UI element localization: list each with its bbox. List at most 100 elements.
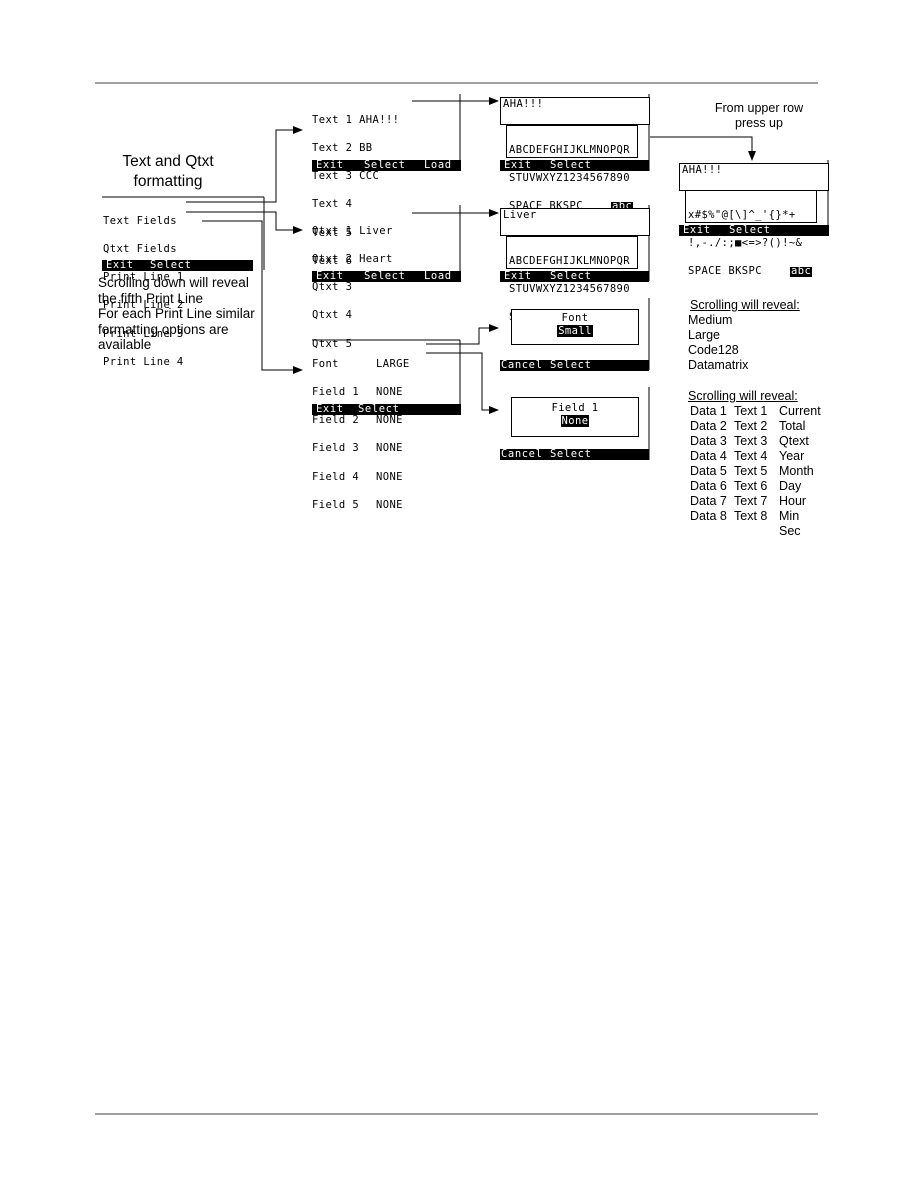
exit-button[interactable]: Exit: [316, 271, 344, 282]
footer-rule: [95, 1113, 818, 1115]
qtxt-field-row[interactable]: Qtxt 1 Liver: [312, 226, 393, 237]
scroll-heading: Scrolling will reveal:: [690, 298, 800, 312]
keyboard-row[interactable]: STUVWXYZ1234567890: [509, 284, 630, 295]
text-editor-input[interactable]: AHA!!!: [500, 97, 650, 125]
select-button[interactable]: Select: [550, 449, 592, 460]
text-editor-keyboard: ABCDEFGHIJKLMNOPQR STUVWXYZ1234567890 SP…: [506, 125, 638, 212]
diagram-title: Text and Qtxt formatting: [100, 152, 236, 192]
select-button[interactable]: Select: [729, 225, 771, 236]
font-scroll-options: Scrolling will reveal: Medium Large Code…: [688, 298, 800, 373]
data-column: Data 1 Data 2 Data 3 Data 4 Data 5 Data …: [690, 404, 734, 539]
field-option: Data 7: [690, 494, 727, 508]
symbol-editor-value: AHA!!!: [682, 164, 723, 176]
space-key[interactable]: SPACE: [688, 265, 722, 277]
qtxt-fields-softkeys: Exit Select Load: [312, 271, 461, 282]
field-option: Text 5: [734, 464, 768, 478]
arrow-font-dialog: [426, 324, 499, 345]
field-option: Text 7: [734, 494, 768, 508]
keyboard-row[interactable]: !,-./:;■<=>?()!~&: [688, 238, 802, 249]
qtxt-editor-softkeys: Exit Select: [500, 271, 649, 282]
select-button[interactable]: Select: [150, 260, 192, 271]
font-dialog: Font Small: [511, 309, 639, 345]
select-button[interactable]: Select: [550, 160, 592, 171]
exit-button[interactable]: Exit: [106, 260, 134, 271]
font-option: Datamatrix: [688, 358, 749, 372]
keyboard-row[interactable]: ABCDEFGHIJKLMNOPQR: [509, 255, 630, 266]
field-option: Data 4: [690, 449, 727, 463]
exit-button[interactable]: Exit: [316, 160, 344, 171]
arrow-qtxt-fields: [186, 211, 303, 234]
menu-item-qtxt-fields[interactable]: Qtxt Fields: [103, 244, 184, 255]
arrow-field-dialog: [426, 352, 499, 414]
field-option-selected[interactable]: None: [560, 415, 590, 427]
exit-button[interactable]: Exit: [504, 271, 532, 282]
note-line: formatting options are: [98, 321, 229, 337]
keyboard-row[interactable]: STUVWXYZ1234567890: [509, 173, 630, 184]
text-field-row[interactable]: Text 1 AHA!!!: [312, 115, 399, 126]
field-option: Hour: [779, 494, 807, 508]
cancel-button[interactable]: Cancel: [501, 449, 543, 460]
field-option: Data 1: [690, 404, 727, 418]
note-line: the fifth Print Line: [98, 290, 204, 306]
field-option: Month: [779, 464, 814, 478]
text-editor-softkeys: Exit Select: [500, 160, 649, 171]
field-option: Text 4: [734, 449, 768, 463]
field-option: Data 8: [690, 509, 727, 523]
select-button[interactable]: Select: [550, 360, 592, 371]
print-line-row[interactable]: Field 4 NONE: [312, 471, 410, 482]
field-option: Data 3: [690, 434, 727, 448]
print-line-row[interactable]: Field 5 NONE: [312, 499, 410, 510]
exit-button[interactable]: Exit: [504, 160, 532, 171]
field-option: Data 6: [690, 479, 727, 493]
qtxt-editor-keyboard: ABCDEFGHIJKLMNOPQR STUVWXYZ1234567890 SP…: [506, 236, 638, 323]
text-column: Text 1 Text 2 Text 3 Text 4 Text 5 Text …: [734, 404, 779, 539]
symbol-editor-softkeys: Exit Select: [679, 225, 829, 236]
print-line-list: Font LARGE Field 1 NONE Field 2 NONE Field …: [312, 341, 410, 520]
scroll-heading: Scrolling will reveal:: [688, 389, 798, 403]
select-button[interactable]: Select: [550, 271, 592, 282]
load-button[interactable]: Load: [424, 271, 452, 282]
load-button[interactable]: Load: [424, 160, 452, 171]
backspace-key[interactable]: BKSPC: [728, 265, 762, 277]
print-line-softkeys: Exit Select: [312, 404, 461, 415]
font-option-selected[interactable]: Small: [557, 325, 593, 337]
menu-item-text-fields[interactable]: Text Fields: [103, 215, 184, 226]
font-option: Code128: [688, 343, 739, 357]
cancel-button[interactable]: Cancel: [501, 360, 543, 371]
field-scroll-options: Scrolling will reveal: Data 1 Data 2 Dat…: [688, 389, 831, 539]
field-option: Sec: [779, 524, 801, 538]
font-option: Large: [688, 328, 720, 342]
exit-button[interactable]: Exit: [683, 225, 711, 236]
misc-column: Current Total Qtext Year Month Day Hour …: [779, 404, 831, 539]
select-button[interactable]: Select: [364, 271, 406, 282]
note-line: available: [98, 337, 152, 352]
field-option: Current: [779, 404, 821, 418]
field-option: Min: [779, 509, 800, 523]
caption-line: press up: [735, 116, 783, 130]
keyboard-row[interactable]: ABCDEFGHIJKLMNOPQR: [509, 144, 630, 155]
field-dialog-title: Field 1: [551, 402, 599, 414]
main-menu-softkeys: Exit Select: [102, 260, 253, 271]
menu-item-print-line-4[interactable]: Print Line 4: [103, 356, 184, 367]
symbol-editor-input[interactable]: AHA!!!: [679, 163, 829, 191]
exit-button[interactable]: Exit: [316, 404, 344, 415]
select-button[interactable]: Select: [358, 404, 400, 415]
text-field-row[interactable]: Text 2 BB: [312, 143, 399, 154]
keyboard-row[interactable]: x#$%"@[\]^_'{}*+: [688, 209, 802, 220]
field-option: Data 5: [690, 464, 727, 478]
print-line-row[interactable]: Font LARGE: [312, 358, 410, 369]
print-line-row[interactable]: Field 3 NONE: [312, 443, 410, 454]
field-option: Text 3: [734, 434, 768, 448]
print-line-row[interactable]: Field 1 NONE: [312, 387, 410, 398]
qtxt-editor-value: Liver: [503, 209, 537, 221]
qtxt-editor-input[interactable]: Liver: [500, 208, 650, 236]
text-fields-softkeys: Exit Select Load: [312, 160, 461, 171]
mode-key[interactable]: abc: [790, 266, 813, 277]
arrow-to-symbol-editor: [650, 136, 756, 161]
field-dialog: Field 1 None: [511, 397, 639, 437]
caption-line: From upper row: [714, 101, 804, 115]
select-button[interactable]: Select: [364, 160, 406, 171]
qtxt-field-row[interactable]: Qtxt 2 Heart: [312, 254, 393, 265]
print-line-row[interactable]: Field 2 NONE: [312, 415, 410, 426]
field-option: Data 2: [690, 419, 727, 433]
